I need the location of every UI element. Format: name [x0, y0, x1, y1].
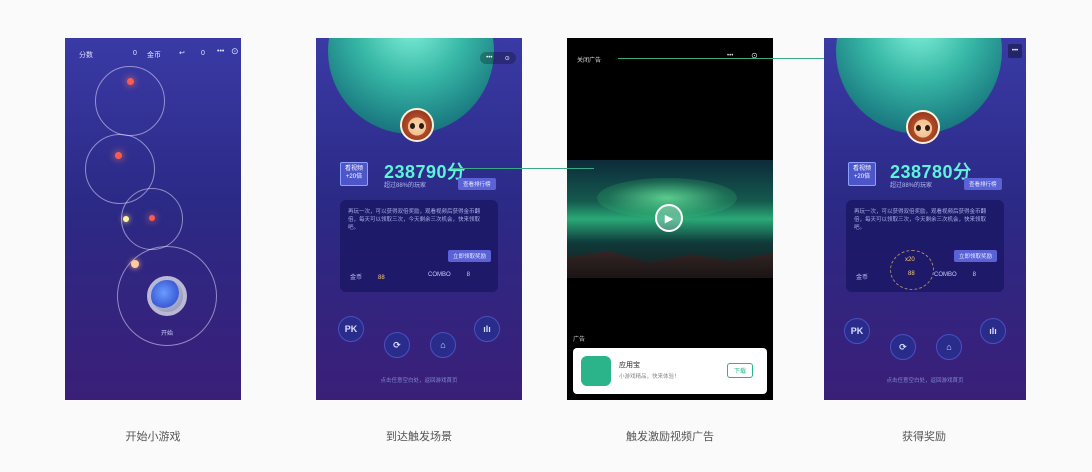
pk-button[interactable]: PK: [844, 318, 870, 344]
share-icon[interactable]: ↩: [179, 49, 185, 57]
reward-value: 88: [908, 271, 915, 277]
score-subtitle: 超过88%的玩家: [384, 183, 427, 189]
avatar: [400, 108, 434, 142]
ad-label: 广告: [573, 337, 586, 343]
play-icon[interactable]: ▶: [655, 204, 683, 232]
pk-button[interactable]: PK: [338, 316, 364, 342]
leaderboard-button[interactable]: 查看排行榜: [458, 178, 496, 190]
sparkle: [123, 216, 129, 222]
score-label: 分数: [79, 52, 93, 59]
caption-3: 触发激励视频广告: [626, 431, 714, 443]
flow-connector: [618, 58, 824, 59]
close-icon[interactable]: ⊙: [505, 55, 510, 62]
app-name: 应用宝: [619, 362, 640, 369]
return-hint: 点击任意空白处，返回游戏首页: [886, 378, 964, 384]
menu-capsule[interactable]: ••• ⊙: [480, 52, 516, 64]
target-ball: [149, 215, 155, 221]
combo-stat: COMBO 8: [428, 272, 471, 278]
caption-4: 获得奖励: [902, 431, 946, 443]
leaderboard-button[interactable]: 查看排行榜: [964, 178, 1002, 190]
target-ball: [115, 152, 122, 159]
skip-ad-button[interactable]: 关闭广告: [577, 55, 601, 64]
screen-get-reward: ••• 看视频 +20倍 238780分 超过88%的玩家 查看排行榜 再玩一次…: [824, 38, 1026, 400]
home-button[interactable]: ⌂: [430, 332, 456, 358]
download-button[interactable]: 下载: [727, 363, 754, 378]
sparkle: [131, 260, 139, 268]
reward-card: 再玩一次，可以获得双倍奖励，观看视频后获得金币翻倍，每天可以领取三次，今天剩余三…: [340, 200, 498, 292]
coin-label: 金币: [147, 52, 161, 59]
target-ball: [127, 78, 134, 85]
return-hint: 点击任意空白处，返回游戏首页: [380, 378, 458, 384]
claim-button[interactable]: 立即领取奖励: [448, 250, 492, 262]
caption-1: 开始小游戏: [125, 431, 181, 443]
screen-start-game: 分数 0 金币 ↩ 0 ••• ⊙ 开始: [65, 38, 241, 400]
avatar: [906, 110, 940, 144]
app-icon: [581, 356, 611, 386]
video-badge[interactable]: 看视频 +20倍: [340, 162, 368, 186]
player-ball[interactable]: [147, 276, 187, 316]
card-description: 再玩一次，可以获得双倍奖励，观看视频后获得金币翻倍，每天可以领取三次，今天剩余三…: [854, 209, 987, 231]
score-subtitle: 超过88%的玩家: [890, 183, 933, 189]
reward-burst: x20 88: [890, 250, 934, 290]
score-value: 0: [133, 50, 137, 57]
restart-button[interactable]: ⟳: [384, 332, 410, 358]
top-bar: 分数 0 金币 ↩ 0 ••• ⊙: [65, 38, 241, 62]
video-frame[interactable]: ▶: [567, 160, 773, 278]
caption-2: 到达触发场景: [386, 431, 452, 443]
screen-video-ad: 关闭广告 ••• ⊙ ▶ 广告 应用宝 小游戏精品，快来体验！ 下载: [567, 38, 773, 400]
claim-button[interactable]: 立即领取奖励: [954, 250, 998, 262]
reward-card: 再玩一次，可以获得双倍奖励，观看视频后获得金币翻倍，每天可以领取三次，今天剩余三…: [846, 200, 1004, 292]
rank-button[interactable]: ılı: [474, 316, 500, 342]
app-description: 小游戏精品，快来体验！: [619, 374, 680, 380]
app-card[interactable]: 应用宝 小游戏精品，快来体验！ 下载: [573, 348, 767, 394]
coin-value: 0: [201, 50, 205, 57]
home-button[interactable]: ⌂: [936, 334, 962, 360]
coin-stat: 金币: [856, 275, 869, 281]
close-icon[interactable]: ⊙: [231, 46, 239, 57]
more-icon[interactable]: •••: [217, 48, 224, 55]
reward-multiplier: x20: [905, 257, 915, 263]
more-icon[interactable]: •••: [1012, 48, 1018, 54]
video-badge[interactable]: 看视频 +20倍: [848, 162, 876, 186]
target-ring: [95, 66, 165, 136]
menu-capsule[interactable]: •••: [1008, 44, 1022, 58]
screen-trigger-scene: ••• ⊙ 看视频 +20倍 238790分 超过88%的玩家 查看排行榜 再玩一…: [316, 38, 522, 400]
flow-connector: [452, 168, 594, 169]
combo-stat: COMBO 8: [934, 272, 977, 278]
coin-stat: 金币 88: [350, 275, 385, 281]
mountain: [567, 250, 773, 278]
card-description: 再玩一次，可以获得双倍奖励，观看视频后获得金币翻倍，每天可以领取三次，今天剩余三…: [348, 209, 481, 231]
more-icon[interactable]: •••: [486, 55, 492, 61]
start-label: 开始: [161, 331, 174, 337]
rank-button[interactable]: ılı: [980, 318, 1006, 344]
restart-button[interactable]: ⟳: [890, 334, 916, 360]
